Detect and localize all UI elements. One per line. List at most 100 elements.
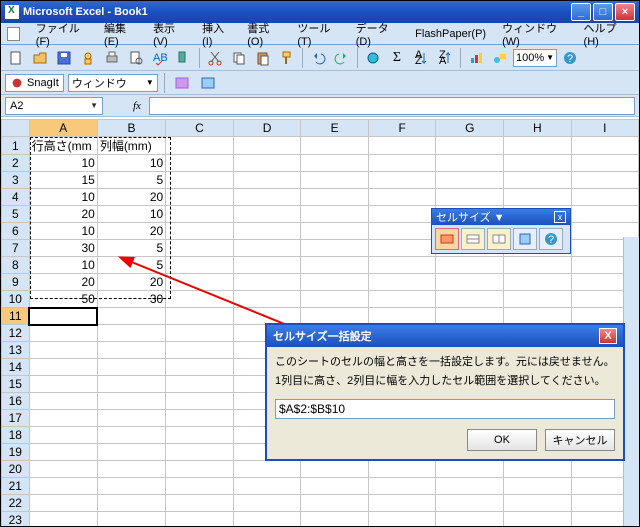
cell-A18[interactable] [29, 427, 97, 444]
cell-E21[interactable] [301, 478, 369, 495]
row-header-17[interactable]: 17 [2, 410, 30, 427]
cell-B7[interactable]: 5 [97, 240, 165, 257]
cell-E4[interactable] [301, 189, 369, 206]
cell-C3[interactable] [166, 172, 234, 189]
col-header-I[interactable]: I [571, 120, 638, 137]
menu-window[interactable]: ウィンドウ(W) [496, 18, 573, 50]
cell-E6[interactable] [301, 223, 369, 240]
addin-button-1[interactable] [171, 72, 193, 94]
menu-tools[interactable]: ツール(T) [291, 18, 345, 50]
cell-B17[interactable] [97, 410, 165, 427]
cell-C21[interactable] [166, 478, 234, 495]
cell-A6[interactable]: 10 [29, 223, 97, 240]
row-header-15[interactable]: 15 [2, 376, 30, 393]
cell-C12[interactable] [166, 325, 234, 342]
cell-B1[interactable]: 列幅(mm) [97, 137, 165, 155]
new-button[interactable] [5, 47, 27, 69]
cell-G11[interactable] [436, 308, 504, 325]
vertical-scrollbar[interactable] [623, 237, 639, 526]
cancel-button[interactable]: キャンセル [545, 429, 615, 451]
cell-B18[interactable] [97, 427, 165, 444]
cell-E2[interactable] [301, 155, 369, 172]
cell-A17[interactable] [29, 410, 97, 427]
permissions-button[interactable] [77, 47, 99, 69]
cell-C6[interactable] [166, 223, 234, 240]
formula-input[interactable] [149, 97, 635, 115]
cell-G20[interactable] [436, 461, 504, 478]
cell-C2[interactable] [166, 155, 234, 172]
col-header-F[interactable]: F [368, 120, 436, 137]
select-all-cell[interactable] [2, 120, 30, 137]
row-header-3[interactable]: 3 [2, 172, 30, 189]
cellsize-toolbar[interactable]: セルサイズ ▼ x ? [431, 208, 571, 254]
cell-I1[interactable] [571, 137, 638, 155]
cell-H21[interactable] [504, 478, 572, 495]
research-button[interactable] [173, 47, 195, 69]
cell-C17[interactable] [166, 410, 234, 427]
col-header-D[interactable]: D [233, 120, 301, 137]
hyperlink-button[interactable] [362, 47, 384, 69]
cell-I3[interactable] [571, 172, 638, 189]
cell-E3[interactable] [301, 172, 369, 189]
undo-button[interactable] [307, 47, 329, 69]
cell-C22[interactable] [166, 495, 234, 512]
cell-A2[interactable]: 10 [29, 155, 97, 172]
row-header-6[interactable]: 6 [2, 223, 30, 240]
cell-G21[interactable] [436, 478, 504, 495]
sort-desc-button[interactable]: ZA [434, 47, 456, 69]
cell-F9[interactable] [368, 274, 436, 291]
cell-H2[interactable] [504, 155, 572, 172]
cell-B23[interactable] [97, 512, 165, 527]
redo-button[interactable] [331, 47, 353, 69]
cell-B3[interactable]: 5 [97, 172, 165, 189]
cell-C15[interactable] [166, 376, 234, 393]
save-button[interactable] [53, 47, 75, 69]
cell-G22[interactable] [436, 495, 504, 512]
row-header-8[interactable]: 8 [2, 257, 30, 274]
menu-data[interactable]: データ(D) [350, 18, 405, 50]
spelling-button[interactable]: ABC [149, 47, 171, 69]
dialog-close-button[interactable]: X [599, 328, 617, 344]
cell-C7[interactable] [166, 240, 234, 257]
cell-H4[interactable] [504, 189, 572, 206]
row-header-5[interactable]: 5 [2, 206, 30, 223]
cell-D4[interactable] [233, 189, 301, 206]
cell-E5[interactable] [301, 206, 369, 223]
cell-C18[interactable] [166, 427, 234, 444]
col-header-G[interactable]: G [436, 120, 504, 137]
cellsize-help[interactable]: ? [539, 228, 563, 250]
cell-F20[interactable] [368, 461, 436, 478]
cell-B13[interactable] [97, 342, 165, 359]
addin-button-2[interactable] [197, 72, 219, 94]
cell-C11[interactable] [166, 308, 234, 325]
cell-D20[interactable] [233, 461, 301, 478]
row-header-12[interactable]: 12 [2, 325, 30, 342]
help-button[interactable]: ? [559, 47, 581, 69]
cell-I2[interactable] [571, 155, 638, 172]
cell-H23[interactable] [504, 512, 572, 527]
cellsize-toolbar-close[interactable]: x [554, 211, 566, 223]
row-header-13[interactable]: 13 [2, 342, 30, 359]
row-header-16[interactable]: 16 [2, 393, 30, 410]
cell-A10[interactable]: 50 [29, 291, 97, 308]
col-header-C[interactable]: C [166, 120, 234, 137]
cell-D1[interactable] [233, 137, 301, 155]
cell-E20[interactable] [301, 461, 369, 478]
row-header-14[interactable]: 14 [2, 359, 30, 376]
cell-D11[interactable] [233, 308, 301, 325]
cell-B10[interactable]: 30 [97, 291, 165, 308]
cell-A1[interactable]: 行高さ(mm [29, 137, 97, 155]
cell-B9[interactable]: 20 [97, 274, 165, 291]
row-header-1[interactable]: 1 [2, 137, 30, 155]
row-header-9[interactable]: 9 [2, 274, 30, 291]
cell-H22[interactable] [504, 495, 572, 512]
cell-C1[interactable] [166, 137, 234, 155]
cell-A21[interactable] [29, 478, 97, 495]
cell-F11[interactable] [368, 308, 436, 325]
cellsize-btn-3[interactable] [487, 228, 511, 250]
cell-A11[interactable] [29, 308, 97, 325]
snagit-button[interactable]: SnagIt [5, 74, 64, 92]
cell-A16[interactable] [29, 393, 97, 410]
cell-B12[interactable] [97, 325, 165, 342]
cell-G3[interactable] [436, 172, 504, 189]
